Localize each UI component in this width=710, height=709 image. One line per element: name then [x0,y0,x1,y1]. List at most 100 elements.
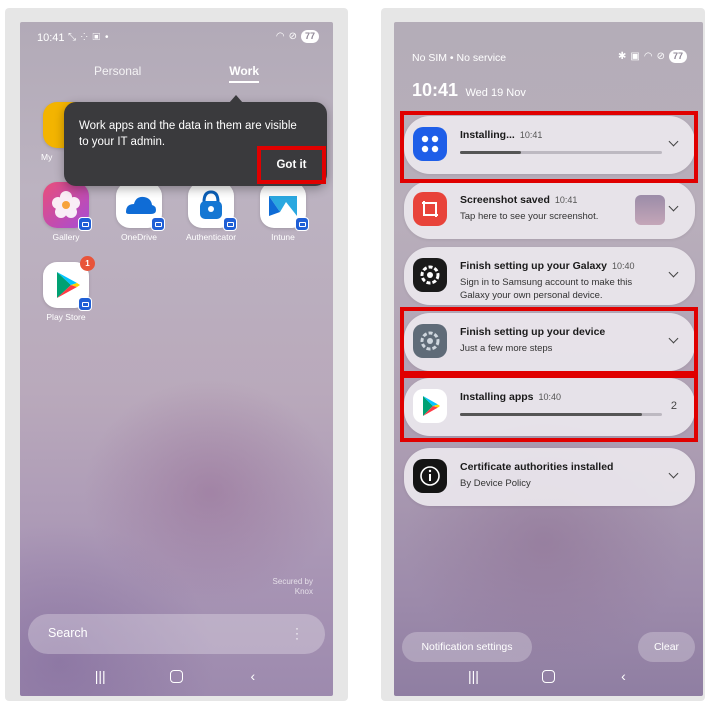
app-onedrive[interactable]: OneDrive [106,182,172,242]
notification-subtitle: Just a few more steps [460,343,553,354]
recent-apps-icon[interactable]: ||| [459,668,489,684]
expand-chevron-icon[interactable] [668,136,679,147]
expand-chevron-icon[interactable] [668,468,679,479]
carrier-status: No SIM • No service [412,52,507,64]
notification-title: Certificate authorities installed [460,461,614,473]
app-authenticator[interactable]: Authenticator [178,182,244,242]
notification-title: Finish setting up your Galaxy 10:40 [460,260,635,272]
knox-watermark: Secured by Knox [273,577,313,597]
installer-icon [413,127,447,161]
battery-icon: 77 [668,50,687,63]
expand-chevron-icon[interactable] [668,267,679,278]
play-store-icon: 1 [43,256,95,311]
notification-title: Installing apps 10:40 [460,391,561,403]
play-store-icon [413,389,447,423]
notification-count: 2 [670,400,677,412]
dots-icon [421,135,439,153]
gear-icon [420,331,440,351]
notification-badge: 1 [80,256,95,271]
comparison-canvas: 10:41 ⤡ ⁘ ▣ • ◠ ⊘ 77 Personal Work My Ga… [0,0,710,709]
notification-time: 10:41 [519,130,543,140]
progress-fill [460,151,521,154]
info-circle-icon [420,466,440,486]
app-label: Intune [271,232,295,242]
knox-line-2: Knox [294,587,313,596]
subtitle-line-1: Sign in to Samsung account to make this [460,277,633,288]
notification-title: Installing... 10:41 [460,129,542,141]
work-profile-home-screen: 10:41 ⤡ ⁘ ▣ • ◠ ⊘ 77 Personal Work My Ga… [20,22,333,696]
back-icon[interactable]: ‹ [609,668,639,684]
expand-chevron-icon[interactable] [668,201,679,212]
onedrive-icon [116,182,165,231]
home-button[interactable] [534,669,564,683]
title-text: Screenshot saved [460,194,550,206]
notification-finish-galaxy[interactable]: Finish setting up your Galaxy 10:40 Sign … [404,247,695,305]
panel-clock: 10:41 Wed 19 Nov [412,80,526,101]
notification-installing-apps[interactable]: Installing apps 10:40 2 [404,378,695,436]
app-gallery[interactable]: Gallery [33,182,99,242]
status-right-icons: ✱ ▣ ◠ ⊘ 77 [618,50,687,63]
search-placeholder: Search [48,626,88,640]
subtitle-line-2: Galaxy your own personal device. [460,290,603,301]
status-right-icons: ◠ ⊘ 77 [276,30,319,43]
authenticator-icon [188,182,237,231]
notification-finish-device[interactable]: Finish setting up your device Just a few… [404,313,695,371]
work-briefcase-icon [223,217,237,231]
tab-personal[interactable]: Personal [94,64,141,83]
bluetooth-icon: ✱ [618,51,627,62]
play-triangle-icon [423,396,440,416]
got-it-button[interactable]: Got it [261,150,322,180]
back-icon[interactable]: ‹ [238,668,268,684]
knox-line-1: Secured by [272,577,313,586]
notification-subtitle: Sign in to Samsung account to make this G… [460,276,632,302]
notification-title: Screenshot saved 10:41 [460,194,577,206]
work-briefcase-icon [78,217,92,231]
app-play-store[interactable]: 1 Play Store [33,256,99,322]
info-icon [413,459,447,493]
status-time: 10:41 [37,32,65,44]
screenshot-icon [413,192,447,226]
screenshot-thumbnail [635,195,665,225]
gear-icon [420,265,440,285]
work-briefcase-icon [151,217,165,231]
work-briefcase-icon [295,217,309,231]
notification-subtitle: Tap here to see your screenshot. [460,211,599,222]
wifi-icon: ◠ [643,51,653,62]
expand-chevron-icon[interactable] [668,333,679,344]
settings-gear-icon [413,258,447,292]
battery-icon: 77 [300,30,319,43]
crop-icon [422,201,438,217]
navigation-bar: ||| ‹ [20,656,333,696]
tab-work[interactable]: Work [229,64,260,83]
notification-installing[interactable]: Installing... 10:41 [404,116,695,174]
no-sim-icon: ⊘ [656,51,665,62]
home-icon [169,669,183,683]
app-label: Play Store [46,312,86,322]
title-text: Installing apps [460,391,534,403]
home-button[interactable] [161,669,191,683]
notification-subtitle: By Device Policy [460,478,531,489]
progress-fill [460,413,642,416]
app-label: Gallery [52,232,80,242]
app-label: Authenticator [185,232,237,242]
title-text: Finish setting up your Galaxy [460,260,608,272]
clock-time: 10:41 [412,80,459,100]
notification-screenshot-saved[interactable]: Screenshot saved 10:41 Tap here to see yo… [404,181,695,239]
home-icon [542,669,555,683]
notification-time: 10:40 [612,261,635,271]
search-bar[interactable]: Search · · · [28,614,325,654]
app-intune[interactable]: Intune [250,182,316,242]
highlight-box: Got it [257,146,326,184]
more-options-icon[interactable]: · · · [295,622,299,644]
app-label: OneDrive [121,232,157,242]
notification-certificates[interactable]: Certificate authorities installed By Dev… [404,448,695,506]
nfc-icon: ▣ [630,51,640,62]
device-settings-icon [413,324,447,358]
work-briefcase-icon [78,297,92,311]
profile-tabs: Personal Work [20,64,333,83]
intune-icon [260,182,309,231]
clock-date: Wed 19 Nov [465,87,526,99]
recent-apps-icon[interactable]: ||| [85,668,115,684]
notification-panel-screen: No SIM • No service ✱ ▣ ◠ ⊘ 77 10:41 Wed… [394,22,703,696]
work-profile-tooltip: Work apps and the data in them are visib… [64,95,327,186]
